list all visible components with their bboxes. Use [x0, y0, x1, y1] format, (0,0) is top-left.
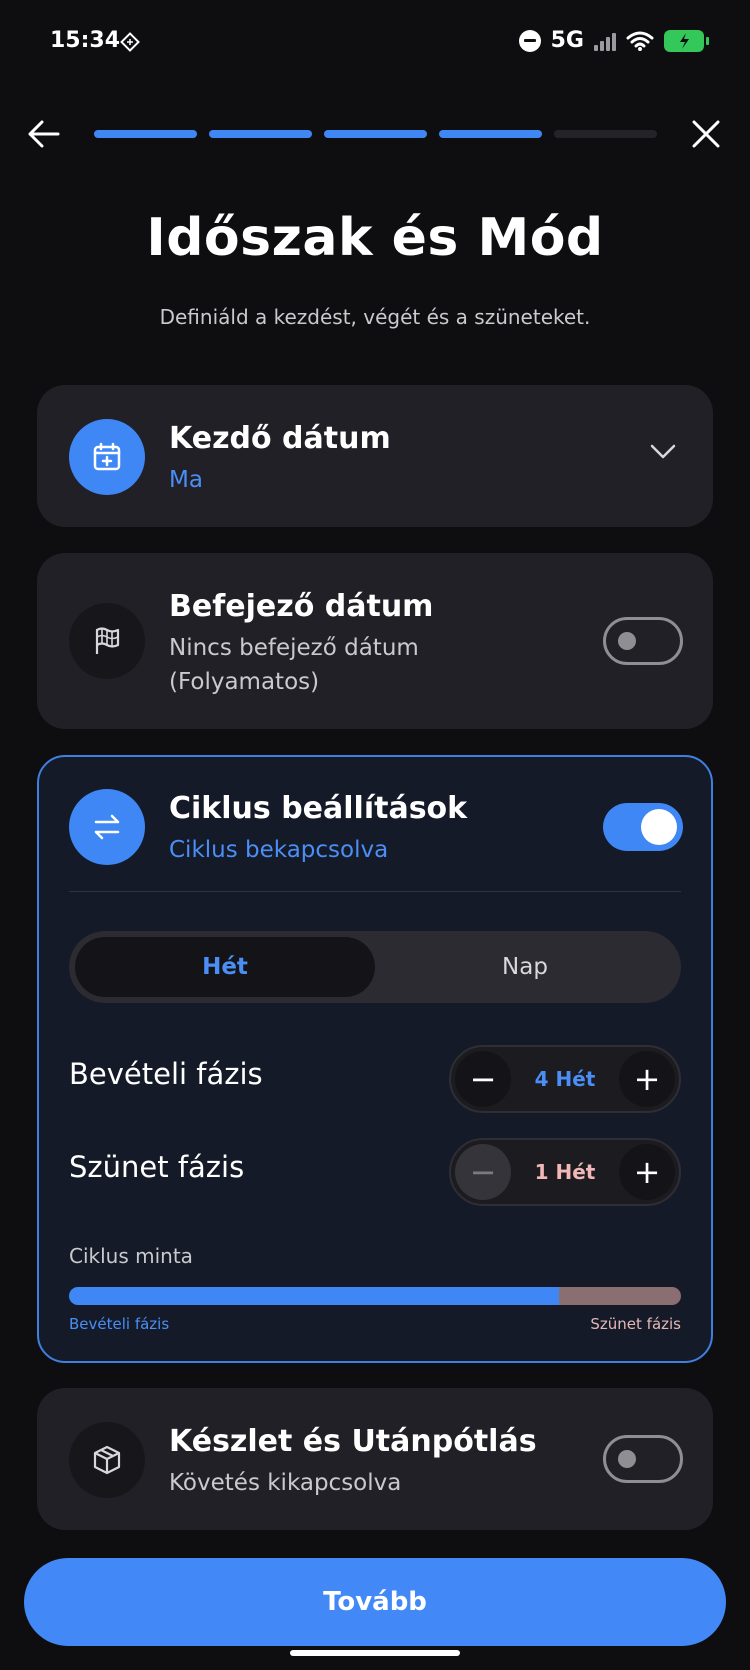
- toggle-knob: [618, 632, 636, 650]
- inventory-subtitle: Követés kikapcsolva: [169, 1470, 402, 1496]
- pattern-intake-legend: Bevételi fázis: [69, 1315, 170, 1333]
- page-subtitle: Definiáld a kezdést, végét és a szünetek…: [159, 305, 591, 329]
- end-date-subtitle-line2: (Folyamatos): [169, 669, 320, 695]
- pattern-intake-segment: [69, 1287, 559, 1305]
- status-time: 15:34: [50, 28, 121, 53]
- network-label: 5G: [550, 28, 584, 53]
- swap-arrows-icon: [69, 789, 145, 865]
- cycle-settings-card: Ciklus beállítások Ciklus bekapcsolva Hé…: [37, 755, 713, 1363]
- wifi-icon: [626, 31, 654, 51]
- chevron-down-icon[interactable]: [649, 437, 677, 465]
- progress-segment: [439, 130, 542, 138]
- battery-icon: [664, 29, 709, 52]
- end-date-card: Befejező dátum Nincs befejező dátum (Fol…: [37, 553, 713, 729]
- progress-segment: [554, 130, 657, 138]
- break-phase-label: Szünet fázis: [69, 1150, 245, 1184]
- intake-decrement-button[interactable]: −: [455, 1051, 511, 1107]
- box-icon: [69, 1422, 145, 1498]
- cycle-toggle[interactable]: [603, 803, 683, 851]
- break-phase-value: 1 Hét: [534, 1160, 596, 1184]
- inventory-card: Készlet és Utánpótlás Követés kikapcsolv…: [37, 1388, 713, 1530]
- progress-segment: [94, 130, 197, 138]
- cycle-pattern-bar: [69, 1287, 681, 1305]
- home-indicator: [290, 1650, 460, 1656]
- start-date-card[interactable]: Kezdő dátum Ma: [37, 385, 713, 527]
- break-decrement-button[interactable]: −: [455, 1144, 511, 1200]
- unit-selector: Hét Nap: [69, 931, 681, 1003]
- unit-day-button[interactable]: Nap: [375, 937, 675, 997]
- screen: 15:34 5G Időszak és Mód Definiáld a kezd…: [0, 0, 750, 1670]
- break-phase-stepper: − 1 Hét +: [449, 1138, 681, 1206]
- start-date-value: Ma: [169, 467, 203, 493]
- intake-phase-label: Bevételi fázis: [69, 1057, 263, 1091]
- divider: [69, 891, 681, 892]
- progress-bar: [94, 130, 657, 138]
- close-icon[interactable]: [686, 114, 726, 154]
- calendar-icon: [69, 419, 145, 495]
- break-increment-button[interactable]: +: [619, 1144, 675, 1200]
- status-bar: 15:34 5G: [0, 0, 750, 88]
- intake-phase-value: 4 Hét: [534, 1067, 596, 1091]
- toggle-knob: [641, 809, 677, 845]
- start-date-title: Kezdő dátum: [169, 421, 391, 456]
- pattern-break-legend: Szünet fázis: [590, 1315, 681, 1333]
- end-date-title: Befejező dátum: [169, 589, 434, 624]
- signal-icon: [594, 31, 616, 51]
- toggle-knob: [618, 1450, 636, 1468]
- cycle-pattern-label: Ciklus minta: [69, 1244, 193, 1268]
- pattern-break-segment: [558, 1287, 681, 1305]
- back-arrow-icon[interactable]: [24, 114, 64, 154]
- cycle-subtitle: Ciklus bekapcsolva: [169, 837, 389, 863]
- flag-icon: [69, 603, 145, 679]
- page-title: Időszak és Mód: [146, 208, 604, 268]
- intake-phase-stepper: − 4 Hét +: [449, 1045, 681, 1113]
- unit-week-button[interactable]: Hét: [75, 937, 375, 997]
- do-not-disturb-icon: [518, 29, 541, 52]
- inventory-toggle[interactable]: [603, 1435, 683, 1483]
- diamond-icon: [120, 32, 140, 52]
- end-date-subtitle-line1: Nincs befejező dátum: [169, 635, 419, 661]
- end-date-toggle[interactable]: [603, 617, 683, 665]
- progress-segment: [324, 130, 427, 138]
- next-button[interactable]: Tovább: [24, 1558, 726, 1646]
- intake-increment-button[interactable]: +: [619, 1051, 675, 1107]
- inventory-title: Készlet és Utánpótlás: [169, 1424, 537, 1459]
- status-icons: 5G: [518, 28, 709, 53]
- cycle-title: Ciklus beállítások: [169, 791, 468, 826]
- progress-segment: [209, 130, 312, 138]
